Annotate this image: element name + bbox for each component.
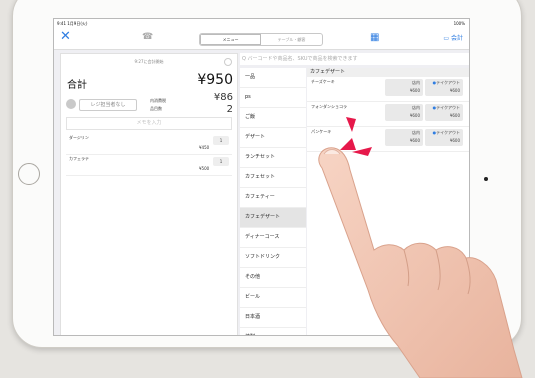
annotation-arrow xyxy=(346,117,356,132)
annotation-arrow xyxy=(340,138,356,150)
tap-annotation xyxy=(340,117,372,156)
